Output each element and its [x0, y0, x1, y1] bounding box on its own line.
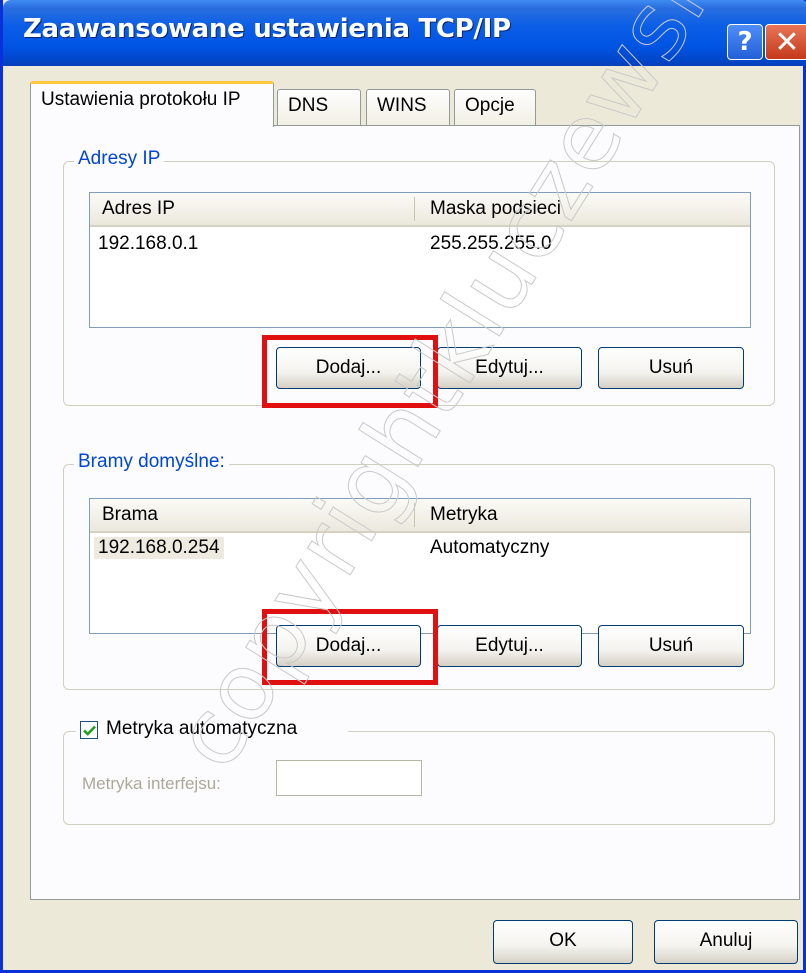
window-title: Zaawansowane ustawienia TCP/IP	[23, 14, 511, 44]
close-button[interactable]: ✕	[765, 24, 806, 60]
gateway-cell: 192.168.0.254	[94, 537, 224, 559]
column-separator[interactable]	[414, 197, 415, 221]
ip-addresses-group: Adresy IP Adres IP Maska podsieci 192.16…	[63, 148, 775, 408]
default-gateways-group: Bramy domyślne: Brama Metryka 192.168.0.…	[63, 451, 775, 690]
automatic-metric-checkbox[interactable]	[80, 721, 98, 739]
add-gateway-button[interactable]: Dodaj...	[276, 625, 421, 667]
subnet-mask-cell: 255.255.255.0	[430, 233, 552, 254]
remove-ip-button[interactable]: Usuń	[598, 347, 744, 389]
tab-options[interactable]: Opcje	[454, 89, 536, 127]
tab-label: Opcje	[465, 95, 515, 116]
interface-metric-label: Metryka interfejsu:	[82, 774, 221, 793]
tab-dns[interactable]: DNS	[277, 89, 361, 127]
column-header-mask[interactable]: Maska podsieci	[430, 198, 561, 220]
ip-address-cell: 192.168.0.1	[98, 233, 199, 254]
help-button[interactable]: ?	[727, 24, 763, 60]
ok-button[interactable]: OK	[493, 920, 633, 964]
tab-ip-settings[interactable]: Ustawienia protokołu IP	[30, 81, 274, 127]
tab-label: WINS	[377, 95, 427, 116]
tab-label: DNS	[288, 95, 329, 116]
group-label: Bramy domyślne:	[74, 451, 229, 473]
column-separator[interactable]	[414, 503, 415, 527]
metric-cell: Automatyczny	[430, 537, 550, 558]
close-icon: ✕	[774, 24, 800, 60]
list-header: Adres IP Maska podsieci	[90, 193, 750, 227]
automatic-metric-group: Metryka automatyczna Metryka interfejsu:	[63, 718, 775, 825]
edit-gateway-button[interactable]: Edytuj...	[437, 625, 582, 667]
dialog-window: Zaawansowane ustawienia TCP/IP ? ✕ Ustaw…	[0, 0, 806, 973]
column-header-ip[interactable]: Adres IP	[102, 198, 175, 220]
tab-wins[interactable]: WINS	[366, 89, 450, 127]
ip-address-list[interactable]: Adres IP Maska podsieci 192.168.0.1 255.…	[89, 192, 751, 328]
automatic-metric-checkbox-row[interactable]: Metryka automatyczna	[76, 718, 348, 744]
title-bar[interactable]: Zaawansowane ustawienia TCP/IP ? ✕	[3, 0, 806, 66]
remove-gateway-button[interactable]: Usuń	[598, 625, 744, 667]
checkmark-icon	[82, 725, 96, 736]
interface-metric-field[interactable]	[276, 760, 422, 796]
list-header: Brama Metryka	[90, 499, 750, 533]
group-label: Adresy IP	[74, 148, 165, 170]
automatic-metric-label: Metryka automatyczna	[106, 718, 298, 739]
cancel-button[interactable]: Anuluj	[654, 920, 798, 964]
gateway-list[interactable]: Brama Metryka 192.168.0.254 Automatyczny	[89, 498, 751, 634]
add-ip-button[interactable]: Dodaj...	[276, 347, 421, 389]
tab-panel: Adresy IP Adres IP Maska podsieci 192.16…	[30, 125, 800, 900]
question-mark-icon: ?	[737, 27, 753, 57]
column-header-gateway[interactable]: Brama	[102, 504, 158, 526]
column-header-metric[interactable]: Metryka	[430, 504, 498, 526]
edit-ip-button[interactable]: Edytuj...	[437, 347, 582, 389]
tab-label: Ustawienia protokołu IP	[41, 89, 241, 110]
